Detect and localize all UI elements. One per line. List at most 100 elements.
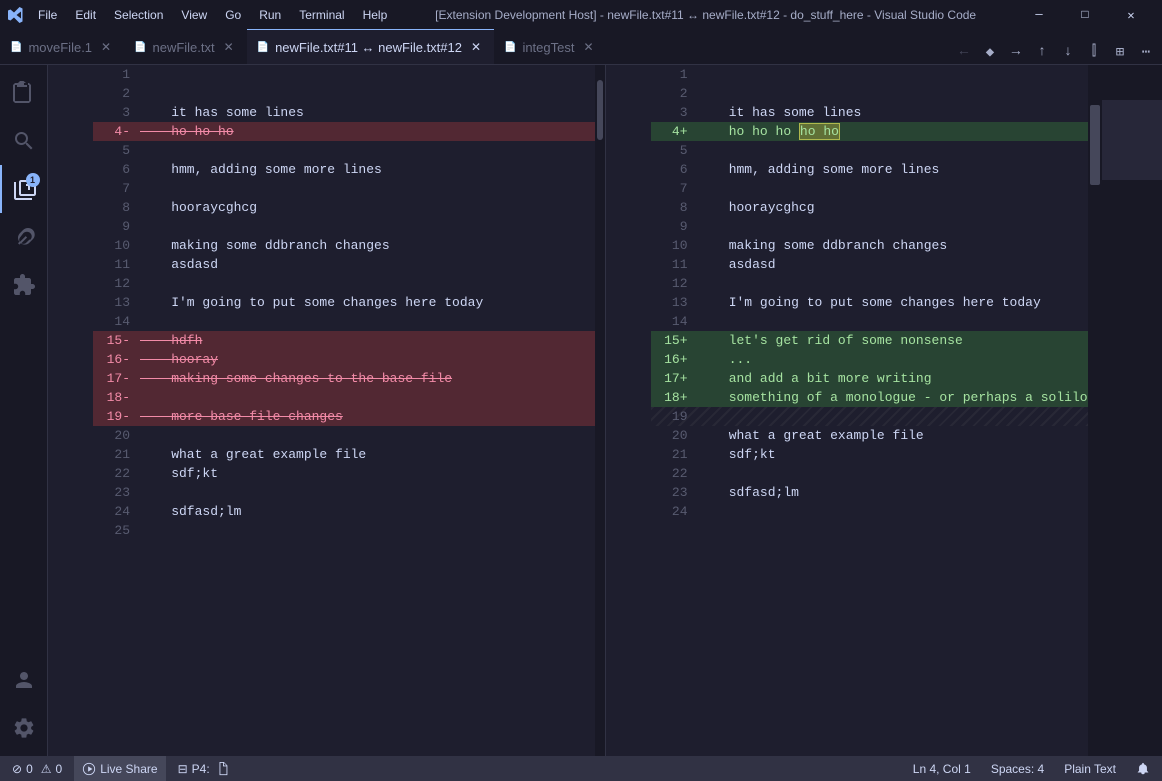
menu-help[interactable]: Help bbox=[355, 6, 396, 24]
tab-close-button[interactable]: ✕ bbox=[98, 39, 114, 55]
activity-search[interactable] bbox=[0, 117, 48, 165]
window-title: [Extension Development Host] - newFile.t… bbox=[395, 8, 1016, 22]
status-errors[interactable]: ⊘ 0 ⚠ 0 bbox=[8, 756, 66, 781]
code-line bbox=[138, 521, 595, 540]
right-editor-content[interactable]: 123 it has some lines4+ ho ho ho ho ho56… bbox=[606, 65, 1162, 756]
tab-file-icon: 📄 bbox=[10, 42, 22, 53]
live-share-label: Live Share bbox=[100, 762, 157, 776]
activity-scm[interactable]: 1 bbox=[0, 165, 48, 213]
line-number: 19- bbox=[93, 407, 138, 426]
code-line bbox=[696, 407, 1089, 426]
activity-explorer[interactable] bbox=[0, 69, 48, 117]
nav-up-button[interactable]: ↑ bbox=[1030, 40, 1054, 64]
menu-run[interactable]: Run bbox=[251, 6, 289, 24]
nav-forward-button[interactable]: → bbox=[1004, 40, 1028, 64]
line-number: 6 bbox=[651, 160, 696, 179]
line-number: 22 bbox=[651, 464, 696, 483]
table-row: 10 making some ddbranch changes bbox=[651, 236, 1089, 255]
activity-accounts[interactable] bbox=[0, 656, 48, 704]
line-number: 11 bbox=[93, 255, 138, 274]
tab-movefile[interactable]: 📄 moveFile.1 ✕ bbox=[0, 29, 124, 64]
table-row: 2 bbox=[93, 84, 595, 103]
table-row: 6 hmm, adding some more lines bbox=[93, 160, 595, 179]
table-row: 21 sdf;kt bbox=[651, 445, 1089, 464]
table-row: 3 it has some lines bbox=[651, 103, 1089, 122]
right-line-numbers bbox=[606, 65, 651, 756]
editor-area: 123 it has some lines4- ho ho ho56 hmm, … bbox=[48, 65, 1162, 756]
line-number: 4+ bbox=[651, 122, 696, 141]
table-row: 1 bbox=[93, 65, 595, 84]
titlebar: File Edit Selection View Go Run Terminal… bbox=[0, 0, 1162, 30]
code-line: let's get rid of some nonsense bbox=[696, 331, 1089, 350]
table-row: 2 bbox=[651, 84, 1089, 103]
status-p4[interactable]: ⊟ P4: bbox=[174, 756, 234, 781]
code-line: what a great example file bbox=[696, 426, 1089, 445]
code-line bbox=[138, 274, 595, 293]
line-number: 20 bbox=[93, 426, 138, 445]
right-scrollbar-thumb[interactable] bbox=[1090, 105, 1100, 185]
table-row: 16- hooray bbox=[93, 350, 595, 369]
live-share-button[interactable]: Live Share bbox=[74, 756, 165, 781]
status-spaces[interactable]: Spaces: 4 bbox=[987, 756, 1048, 781]
table-row: 17+ and add a bit more writing bbox=[651, 369, 1089, 388]
left-code-area[interactable]: 123 it has some lines4- ho ho ho56 hmm, … bbox=[93, 65, 595, 756]
menu-edit[interactable]: Edit bbox=[67, 6, 104, 24]
tab-integtest[interactable]: 📄 integTest ✕ bbox=[494, 29, 607, 64]
close-button[interactable]: ✕ bbox=[1108, 0, 1154, 30]
tab-close-button[interactable]: ✕ bbox=[468, 39, 484, 55]
code-line bbox=[696, 312, 1089, 331]
code-line bbox=[138, 426, 595, 445]
menu-file[interactable]: File bbox=[30, 6, 65, 24]
code-line: hdfh bbox=[138, 331, 595, 350]
menu-view[interactable]: View bbox=[173, 6, 215, 24]
line-number: 15- bbox=[93, 331, 138, 350]
tab-close-button[interactable]: ✕ bbox=[580, 39, 596, 55]
table-row: 8 hooraycghcg bbox=[93, 198, 595, 217]
code-line bbox=[138, 388, 595, 407]
nav-layout-button[interactable]: ⊞ bbox=[1108, 40, 1132, 64]
code-line: sdf;kt bbox=[696, 445, 1089, 464]
menu-terminal[interactable]: Terminal bbox=[291, 6, 352, 24]
table-row: 14 bbox=[93, 312, 595, 331]
tab-diff[interactable]: 📄 newFile.txt#11 ↔ newFile.txt#12 ✕ bbox=[247, 29, 494, 64]
titlebar-left: File Edit Selection View Go Run Terminal… bbox=[8, 6, 395, 24]
menu-selection[interactable]: Selection bbox=[106, 6, 171, 24]
nav-down-button[interactable]: ↓ bbox=[1056, 40, 1080, 64]
line-number: 24 bbox=[651, 502, 696, 521]
activity-settings[interactable] bbox=[0, 704, 48, 752]
left-line-numbers bbox=[48, 65, 93, 756]
live-share-icon bbox=[82, 762, 96, 776]
left-scrollbar-thumb[interactable] bbox=[597, 80, 603, 140]
left-scrollbar[interactable] bbox=[595, 65, 605, 756]
status-language[interactable]: Plain Text bbox=[1060, 756, 1120, 781]
minimize-button[interactable]: ─ bbox=[1016, 0, 1062, 30]
menu-go[interactable]: Go bbox=[217, 6, 249, 24]
activity-extensions[interactable] bbox=[0, 261, 48, 309]
maximize-button[interactable]: □ bbox=[1062, 0, 1108, 30]
code-line: making some ddbranch changes bbox=[138, 236, 595, 255]
right-scrollbar[interactable] bbox=[1088, 65, 1102, 756]
left-editor-content[interactable]: 123 it has some lines4- ho ho ho56 hmm, … bbox=[48, 65, 605, 756]
table-row: 19 bbox=[651, 407, 1089, 426]
tab-label: newFile.txt#11 ↔ newFile.txt#12 bbox=[275, 40, 462, 55]
nav-more-button[interactable]: ⋯ bbox=[1134, 40, 1158, 64]
activity-run[interactable] bbox=[0, 213, 48, 261]
status-notifications[interactable] bbox=[1132, 756, 1154, 781]
code-line: hmm, adding some more lines bbox=[696, 160, 1089, 179]
tab-close-button[interactable]: ✕ bbox=[221, 39, 237, 55]
nav-pin-button[interactable]: ◆ bbox=[978, 40, 1002, 64]
p4-file-icon bbox=[216, 762, 230, 776]
table-row: 4+ ho ho ho ho ho bbox=[651, 122, 1089, 141]
activity-bottom bbox=[0, 656, 48, 756]
table-row: 8 hooraycghcg bbox=[651, 198, 1089, 217]
status-position[interactable]: Ln 4, Col 1 bbox=[909, 756, 975, 781]
right-code-area[interactable]: 123 it has some lines4+ ho ho ho ho ho56… bbox=[651, 65, 1089, 756]
nav-split-button[interactable]: ⫿ bbox=[1082, 40, 1106, 64]
tab-newfile[interactable]: 📄 newFile.txt ✕ bbox=[124, 29, 247, 64]
table-row: 1 bbox=[651, 65, 1089, 84]
code-line: sdf;kt bbox=[138, 464, 595, 483]
line-number: 24 bbox=[93, 502, 138, 521]
table-row: 15+ let's get rid of some nonsense bbox=[651, 331, 1089, 350]
line-number: 2 bbox=[651, 84, 696, 103]
nav-back-button[interactable]: ← bbox=[952, 40, 976, 64]
